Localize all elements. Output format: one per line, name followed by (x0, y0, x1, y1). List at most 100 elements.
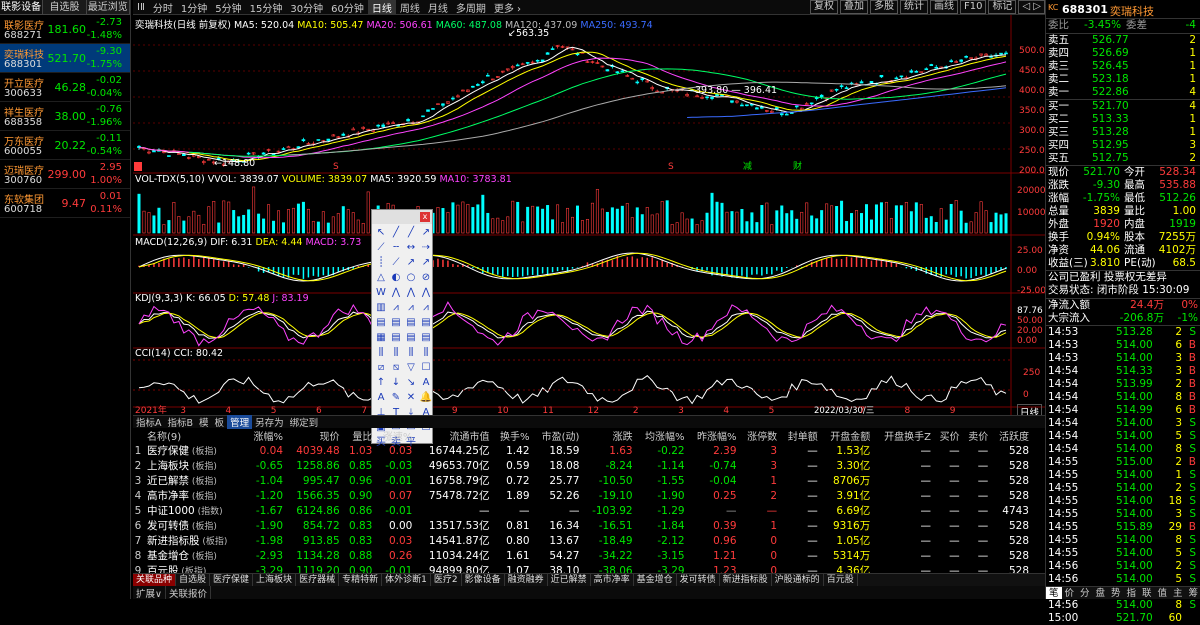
quote-tab[interactable]: 盘 (1093, 587, 1109, 599)
draw-tool-icon[interactable]: ▤ (404, 331, 418, 345)
draw-tool-icon[interactable]: ↗ (419, 226, 433, 240)
toolbar-button[interactable]: F10 (960, 0, 986, 14)
draw-tool-icon[interactable]: ↓ (389, 376, 403, 390)
draw-tool-icon[interactable]: △ (374, 271, 388, 285)
draw-tool-icon[interactable]: ⧄ (374, 361, 388, 375)
draw-tool-icon[interactable]: ○ (404, 271, 418, 285)
draw-tool-icon[interactable]: ◐ (389, 271, 403, 285)
table-row[interactable]: 8基金增仓 (板指)-2.931134.280.880.2611034.24亿1… (133, 548, 1033, 563)
draw-tool-icon[interactable]: ▤ (389, 331, 403, 345)
column-header[interactable]: 换手% (494, 428, 534, 443)
period-tab[interactable]: 多周期 (452, 0, 490, 15)
sector-tab[interactable]: 近已解禁 (548, 574, 591, 586)
indicator-tab[interactable]: 指标B (165, 415, 197, 429)
quote-tab[interactable]: 指 (1124, 587, 1140, 599)
quote-tab[interactable]: 主 (1170, 587, 1186, 599)
indicator-tab[interactable]: 模 (196, 415, 212, 429)
period-tab[interactable]: 15分钟 (246, 0, 287, 15)
draw-tool-icon[interactable]: ▽ (404, 361, 418, 375)
sector-tab[interactable]: 体外诊断1 (382, 574, 431, 586)
draw-tool-icon[interactable]: ▤ (374, 316, 388, 330)
column-header[interactable]: 现价 (287, 428, 344, 443)
sector-tab[interactable]: 新进指标股 (720, 574, 772, 586)
draw-tool-icon[interactable]: ↗ (404, 256, 418, 270)
watchlist-item[interactable]: 奕瑞科技688301521.70-9.30-1.75% (0, 44, 130, 73)
period-tab[interactable]: 5分钟 (211, 0, 245, 15)
draw-tool-icon[interactable]: ⫼ (419, 346, 433, 360)
watchlist-item[interactable]: 万东医疗60005520.22-0.11-0.54% (0, 131, 130, 160)
draw-tool-icon[interactable]: A (374, 391, 388, 405)
period-tab[interactable]: 分时 (149, 0, 177, 15)
table-row[interactable]: 4高市净率 (板指)-1.201566.350.900.0775478.72亿1… (133, 488, 1033, 503)
table-row[interactable]: 3近已解禁 (板指)-1.04995.470.96-0.0116758.79亿0… (133, 473, 1033, 488)
period-tab[interactable]: ⅠⅡ (133, 2, 149, 13)
toolbar-button[interactable]: 统计 (900, 0, 928, 14)
bottom-bar-button[interactable]: 关联报价 (166, 586, 211, 599)
draw-tool-icon[interactable]: ⋀ (404, 286, 418, 300)
draw-tool-icon[interactable]: ⫼ (389, 346, 403, 360)
table-row[interactable]: 7新进指标股 (板指)-1.98913.850.830.0314541.87亿0… (133, 533, 1033, 548)
indicator-tab[interactable]: 绑定到 (287, 415, 322, 429)
column-header[interactable]: 涨幅% (247, 428, 287, 443)
watchlist-tab[interactable]: 自选股 (43, 0, 86, 14)
draw-tool-icon[interactable]: ⫼ (404, 346, 418, 360)
indicator-tab[interactable]: 另存为 (252, 415, 287, 429)
toolbar-button[interactable]: 多股 (870, 0, 898, 14)
sector-tab[interactable]: 发可转债 (677, 574, 720, 586)
quote-tab[interactable]: 势 (1108, 587, 1124, 599)
draw-tool-icon[interactable]: ⧅ (389, 361, 403, 375)
column-header[interactable]: 开盘金额 (822, 428, 875, 443)
draw-tool-icon[interactable]: ↗ (419, 256, 433, 270)
draw-tool-icon[interactable]: ▤ (419, 331, 433, 345)
draw-tool-icon[interactable]: ┊ (374, 256, 388, 270)
draw-tool-icon[interactable]: ↘ (404, 376, 418, 390)
draw-tool-icon[interactable]: ⇢ (419, 241, 433, 255)
bottom-bar-button[interactable]: 扩展∨ (133, 586, 166, 599)
watchlist-item[interactable]: 祥生医疗68835838.00-0.76-1.96% (0, 102, 130, 131)
draw-tool-icon[interactable]: ▤ (404, 316, 418, 330)
quote-tab[interactable]: 价 (1062, 587, 1078, 599)
column-header[interactable]: 封单额 (781, 428, 822, 443)
draw-tool-icon[interactable]: ↖ (374, 226, 388, 240)
column-header[interactable]: 市盈(动) (534, 428, 584, 443)
draw-tool-icon[interactable]: ⟋ (374, 241, 388, 255)
quote-tab[interactable]: 笔 (1046, 587, 1062, 599)
palette-header[interactable]: x (372, 210, 432, 224)
period-tab[interactable]: 30分钟 (286, 0, 327, 15)
column-header[interactable]: 量比 (344, 428, 377, 443)
toolbar-button[interactable]: ◁ ▷ (1018, 0, 1045, 14)
watchlist-item[interactable]: 迈瑞医疗300760299.002.951.00% (0, 160, 130, 189)
indicator-tab[interactable]: 指标A (133, 415, 165, 429)
sector-tab[interactable]: 百元股 (824, 574, 858, 586)
watchlist-item[interactable]: 联影医疗688271181.60-2.73-1.48% (0, 15, 130, 44)
indicator-tab[interactable]: 板 (212, 415, 228, 429)
quote-tab[interactable]: 联 (1139, 587, 1155, 599)
draw-tool-icon[interactable]: ⋀ (389, 286, 403, 300)
column-header[interactable]: 昨涨幅% (689, 428, 741, 443)
toolbar-button[interactable]: 复权 (810, 0, 838, 14)
column-header[interactable]: 均涨幅% (637, 428, 689, 443)
watchlist-tab[interactable]: 联影设备 (0, 0, 43, 14)
draw-tool-icon[interactable]: ⟋ (389, 256, 403, 270)
draw-tool-icon[interactable]: ↔ (404, 241, 418, 255)
sector-tab[interactable]: 融资融券 (505, 574, 548, 586)
sector-tab[interactable]: 基金增仓 (634, 574, 677, 586)
draw-tool-icon[interactable]: ↑ (374, 376, 388, 390)
column-header[interactable]: 活跃度 (992, 428, 1033, 443)
draw-tool-icon[interactable]: ╱ (389, 226, 403, 240)
draw-tool-icon[interactable]: ▤ (389, 316, 403, 330)
close-icon[interactable]: x (420, 212, 430, 222)
kline-chart[interactable]: 500.0450.0400.0350.0300.0250.0200.020000… (133, 15, 1045, 430)
period-tab[interactable]: 更多 › (490, 0, 525, 15)
indicator-tab[interactable]: 管理 (227, 415, 252, 429)
draw-tool-icon[interactable]: ☐ (419, 361, 433, 375)
sector-tab[interactable]: 关联品种 (133, 574, 176, 586)
draw-tool-icon[interactable]: ⫼ (374, 346, 388, 360)
draw-tool-icon[interactable]: ⋀ (419, 286, 433, 300)
quote-tab[interactable]: 分 (1077, 587, 1093, 599)
column-header[interactable]: 买价 (935, 428, 964, 443)
draw-tool-icon[interactable]: 🔔 (419, 391, 433, 405)
watchlist-item[interactable]: 东软集团6007189.470.010.11% (0, 189, 130, 218)
draw-tool-icon[interactable]: ⩘ (419, 301, 433, 315)
period-tab[interactable]: 1分钟 (177, 0, 211, 15)
